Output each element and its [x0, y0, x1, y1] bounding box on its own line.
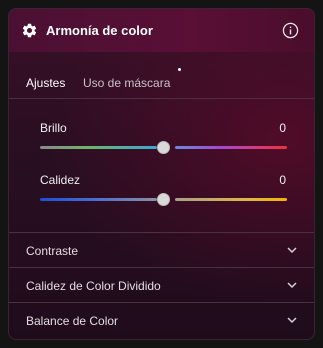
section-calidez-dividido[interactable]: Calidez de Color Dividido [9, 267, 314, 302]
tab-indicator-dot [178, 68, 181, 71]
gear-icon [22, 23, 37, 38]
section-balance-color-label: Balance de Color [26, 314, 119, 328]
brightness-label: Brillo [40, 121, 67, 135]
brightness-track-left[interactable] [40, 146, 157, 149]
tab-uso-de-mascara[interactable]: Uso de máscara [83, 76, 170, 90]
warmth-value[interactable]: 0 [279, 173, 286, 187]
warmth-track-right[interactable] [175, 198, 287, 201]
section-contraste[interactable]: Contraste [9, 232, 314, 267]
chevron-down-icon [287, 282, 297, 289]
section-calidez-dividido-label: Calidez de Color Dividido [26, 279, 161, 293]
brightness-track-right[interactable] [175, 146, 287, 149]
chevron-down-icon [287, 247, 297, 254]
brightness-slider-thumb[interactable] [157, 141, 170, 154]
warmth-label: Calidez [40, 173, 81, 187]
section-contraste-label: Contraste [26, 244, 79, 258]
info-icon[interactable] [282, 22, 299, 39]
section-balance-color[interactable]: Balance de Color [9, 302, 314, 337]
color-harmony-panel: Armonía de color Ajustes Uso de máscara … [8, 8, 315, 340]
panel-tabs: Ajustes Uso de máscara [9, 52, 314, 99]
warmth-track-left[interactable] [40, 198, 157, 201]
panel-title: Armonía de color [46, 23, 153, 38]
brightness-value[interactable]: 0 [279, 121, 286, 135]
warmth-slider-thumb[interactable] [157, 193, 170, 206]
panel-header: Armonía de color [9, 9, 314, 52]
chevron-down-icon [287, 317, 297, 324]
tab-ajustes[interactable]: Ajustes [26, 76, 65, 90]
